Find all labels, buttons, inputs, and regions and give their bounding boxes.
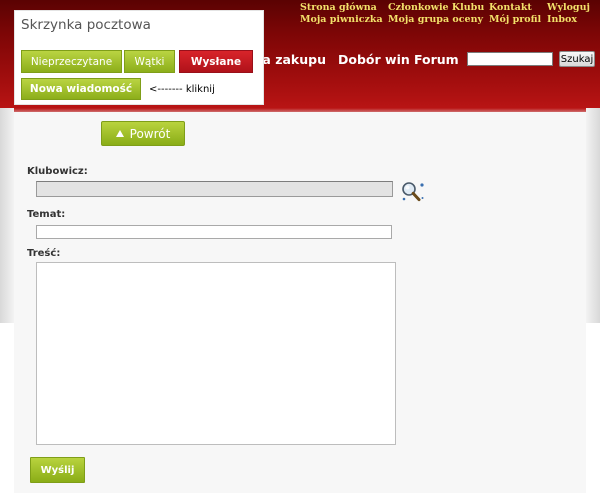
top-links-col-2: Członkowie Klubu Moja grupa oceny [388,2,484,25]
body-label: Treść: [27,248,61,259]
link-inbox[interactable]: Inbox [547,14,590,26]
magnifier-search-icon[interactable] [401,181,425,202]
body-textarea[interactable] [36,262,396,445]
link-moja-grupa-oceny[interactable]: Moja grupa oceny [388,14,484,26]
top-links-col-1: Strona główna Moja piwniczka [300,2,383,25]
top-links-col-4: Wyloguj Inbox [547,2,590,25]
triangle-up-icon [115,130,124,137]
mailbox-panel: Skrzynka pocztowa Nieprzeczytane Wątki W… [14,10,264,105]
page: Strona główna Moja piwniczka Członkowie … [0,0,600,493]
recipient-label: Klubowicz: [27,166,88,177]
link-moja-piwniczka[interactable]: Moja piwniczka [300,14,383,26]
link-wyloguj[interactable]: Wyloguj [547,2,590,14]
tab-watki[interactable]: Wątki [124,50,175,73]
nav-item-zakupu[interactable]: ca zakupu [255,52,326,67]
tab-wyslane[interactable]: Wysłane [179,50,253,73]
link-strona-glowna[interactable]: Strona główna [300,2,383,14]
left-shadow [0,108,14,323]
top-links-col-3: Kontakt Mój profil [489,2,541,25]
click-hint: <------- kliknij [149,84,215,95]
back-button-label: Powrót [129,126,171,141]
subject-field[interactable] [36,225,392,239]
tab-nieprzeczytane[interactable]: Nieprzeczytane [21,50,122,73]
send-button[interactable]: Wyślij [30,457,85,483]
nav-item-forum[interactable]: Forum [414,52,459,67]
mailbox-title: Skrzynka pocztowa [21,17,151,33]
new-message-button[interactable]: Nowa wiadomość [21,78,141,100]
nav-item-dobor-win[interactable]: Dobór win [338,52,410,67]
link-kontakt[interactable]: Kontakt [489,2,541,14]
subject-label: Temat: [27,209,66,220]
back-button[interactable]: Powrót [101,121,185,146]
recipient-field[interactable] [36,181,393,197]
right-shadow [586,108,600,323]
link-moj-profil[interactable]: Mój profil [489,14,541,26]
search-input[interactable] [467,52,553,66]
link-czlonkowie-klubu[interactable]: Członkowie Klubu [388,2,484,14]
search-button[interactable]: Szukaj [559,51,595,67]
